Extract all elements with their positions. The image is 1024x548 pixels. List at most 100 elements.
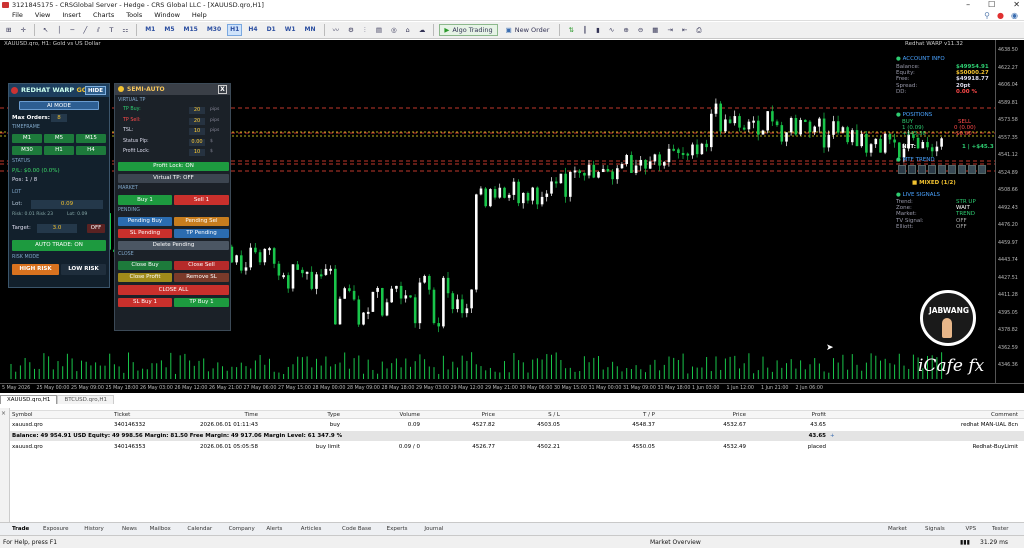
semi-field-input[interactable]: 20 — [189, 117, 205, 125]
close-profit-button[interactable]: Close Profit — [118, 273, 172, 282]
column-header[interactable]: T / P — [600, 411, 655, 419]
low-risk-button[interactable]: LOW RISK — [61, 264, 106, 275]
chart-tab-xauusd[interactable]: XAUUSD.qro,H1 — [0, 395, 58, 404]
horizontal-line-icon[interactable]: ─ — [67, 24, 77, 36]
toolbox-side-label[interactable]: × — [0, 408, 10, 522]
tp-buy-button[interactable]: TP Buy 1 — [174, 298, 229, 307]
toolbox-tab-trade[interactable]: Trade — [12, 525, 29, 534]
column-header[interactable]: Time — [194, 411, 258, 419]
high-risk-button[interactable]: HIGH RISK — [12, 264, 59, 275]
sell-button[interactable]: Sell 1 — [174, 195, 229, 205]
indicators-icon[interactable]: ⫶ — [360, 24, 370, 36]
cursor-icon[interactable]: ↖ — [40, 24, 51, 36]
tf-h4[interactable]: H4 — [245, 24, 260, 36]
column-header[interactable]: Price — [690, 411, 746, 419]
menu-view[interactable]: View — [35, 11, 50, 19]
zoom-in-icon[interactable]: ⊕ — [620, 24, 631, 36]
depth-of-market-icon[interactable]: ▤ — [373, 24, 385, 36]
tf-m30[interactable]: M30 — [204, 24, 224, 36]
tf-m15[interactable]: M15 — [181, 24, 201, 36]
close-sell-button[interactable]: Close Sell — [174, 261, 229, 270]
menu-window[interactable]: Window — [154, 11, 180, 19]
menu-tools[interactable]: Tools — [126, 11, 142, 19]
remove-sl-button[interactable]: Remove SL — [174, 273, 229, 282]
algo-trading-button[interactable]: ▶ Algo Trading — [439, 24, 498, 36]
maximize-button[interactable]: ☐ — [988, 0, 995, 10]
tf-m1[interactable]: M1 — [142, 24, 158, 36]
column-header[interactable]: Profit — [770, 411, 826, 419]
column-header[interactable]: Type — [290, 411, 340, 419]
toolbox-tab-news[interactable]: News — [122, 525, 137, 534]
bar-chart-icon[interactable]: ┃ — [580, 24, 590, 36]
account-icon[interactable]: ◉ — [1011, 10, 1018, 21]
toolbox-right-vps[interactable]: VPS — [966, 525, 977, 534]
tile-windows-icon[interactable]: ▦ — [649, 24, 661, 36]
semi-auto-close-button[interactable]: X — [218, 85, 227, 94]
new-order-button[interactable]: ▣ New Order — [501, 24, 555, 36]
profit-lock-button[interactable]: Profit Lock: ON — [118, 162, 229, 171]
toolbox-tab-articles[interactable]: Articles — [301, 525, 322, 534]
column-header[interactable]: Price — [440, 411, 495, 419]
new-chart-icon[interactable]: ⊞ — [3, 24, 14, 36]
close-buy-button[interactable]: Close Buy — [118, 261, 172, 270]
column-header[interactable]: Symbol — [12, 411, 72, 419]
autoscroll-icon[interactable]: ⇥ — [664, 24, 675, 36]
target-off-button[interactable]: OFF — [87, 224, 105, 233]
text-tool-icon[interactable]: T — [106, 24, 116, 36]
close-all-button[interactable]: CLOSE ALL — [118, 285, 229, 295]
tf-d1[interactable]: D1 — [264, 24, 279, 36]
column-header[interactable]: S / L — [510, 411, 560, 419]
auto-trade-button[interactable]: AUTO TRADE: ON — [12, 240, 106, 251]
tf-m15-button[interactable]: M15 — [76, 134, 106, 143]
tf-w1[interactable]: W1 — [282, 24, 299, 36]
buy-button[interactable]: Buy 1 — [118, 195, 172, 205]
pending-sell-button[interactable]: Pending Sel — [174, 217, 229, 226]
column-header[interactable]: Comment — [920, 411, 1018, 419]
virtual-tp-button[interactable]: Virtual TP: OFF — [118, 174, 229, 183]
lot-input[interactable]: 0.09 — [31, 200, 103, 209]
chart-tab-btcusd[interactable]: BTCUSD.qro,H1 — [57, 395, 114, 404]
semi-field-input[interactable]: 20 — [189, 107, 205, 114]
market-icon[interactable]: ⌂ — [403, 24, 413, 36]
toolbox-close-icon[interactable]: × — [1, 410, 6, 417]
toolbox-right-tester[interactable]: Tester — [992, 525, 1008, 534]
add-order-icon[interactable]: + — [830, 431, 835, 441]
zoom-out-icon[interactable]: ⊖ — [635, 24, 646, 36]
toolbox-tab-code-base[interactable]: Code Base — [342, 525, 371, 534]
toolbox-tab-exposure[interactable]: Exposure — [43, 525, 68, 534]
vps-icon[interactable]: ☁ — [416, 24, 429, 36]
screenshot-icon[interactable]: ⎙ — [693, 24, 704, 36]
tf-h1-button[interactable]: H1 — [44, 146, 74, 155]
delete-pending-button[interactable]: Delete Pending — [118, 241, 229, 250]
crosshair-icon[interactable]: ✛ — [17, 24, 28, 36]
one-click-trading-icon[interactable]: ⇅ — [565, 24, 576, 36]
semi-field-input[interactable]: 0.00 — [189, 138, 205, 146]
sl-pending-button[interactable]: SL Pending — [118, 229, 172, 238]
tp-pending-button[interactable]: TP Pending — [174, 229, 229, 238]
price-axis[interactable]: 4638.50 4622.27 4606.04 4589.81 4573.58 4557.… — [995, 40, 1024, 383]
menu-insert[interactable]: Insert — [62, 11, 81, 19]
toolbox-tab-company[interactable]: Company — [229, 525, 255, 534]
toolbox-tab-journal[interactable]: Journal — [424, 525, 443, 534]
max-orders-input[interactable]: 8 — [51, 114, 67, 122]
toolbox-tab-alerts[interactable]: Alerts — [266, 525, 282, 534]
target-input[interactable]: 3.0 — [37, 224, 77, 233]
tf-m1-button[interactable]: M1 — [12, 134, 42, 143]
minimize-button[interactable]: – — [966, 0, 970, 10]
menu-help[interactable]: Help — [192, 11, 207, 19]
trendline-icon[interactable]: ╱ — [80, 24, 90, 36]
toolbox-tab-experts[interactable]: Experts — [387, 525, 408, 534]
notifications-icon[interactable]: ● — [997, 10, 1004, 21]
search-icon[interactable]: ⚲ — [984, 10, 990, 21]
candles-icon[interactable]: ▮ — [593, 24, 603, 36]
tf-m5[interactable]: M5 — [161, 24, 177, 36]
channel-icon[interactable]: ⫽ — [93, 24, 103, 36]
line-chart-icon[interactable]: ∿ — [606, 24, 617, 36]
tf-m5-button[interactable]: M5 — [44, 134, 74, 143]
toolbox-right-market[interactable]: Market — [888, 525, 907, 534]
templates-icon[interactable]: ⚙ — [345, 24, 357, 36]
column-header[interactable]: Volume — [375, 411, 420, 419]
table-row[interactable]: xauusd.qro 340146353 2026.06.01 05:05:58 bu… — [0, 442, 1024, 452]
pending-buy-button[interactable]: Pending Buy — [118, 217, 172, 226]
shapes-icon[interactable]: ⚏ — [119, 24, 131, 36]
